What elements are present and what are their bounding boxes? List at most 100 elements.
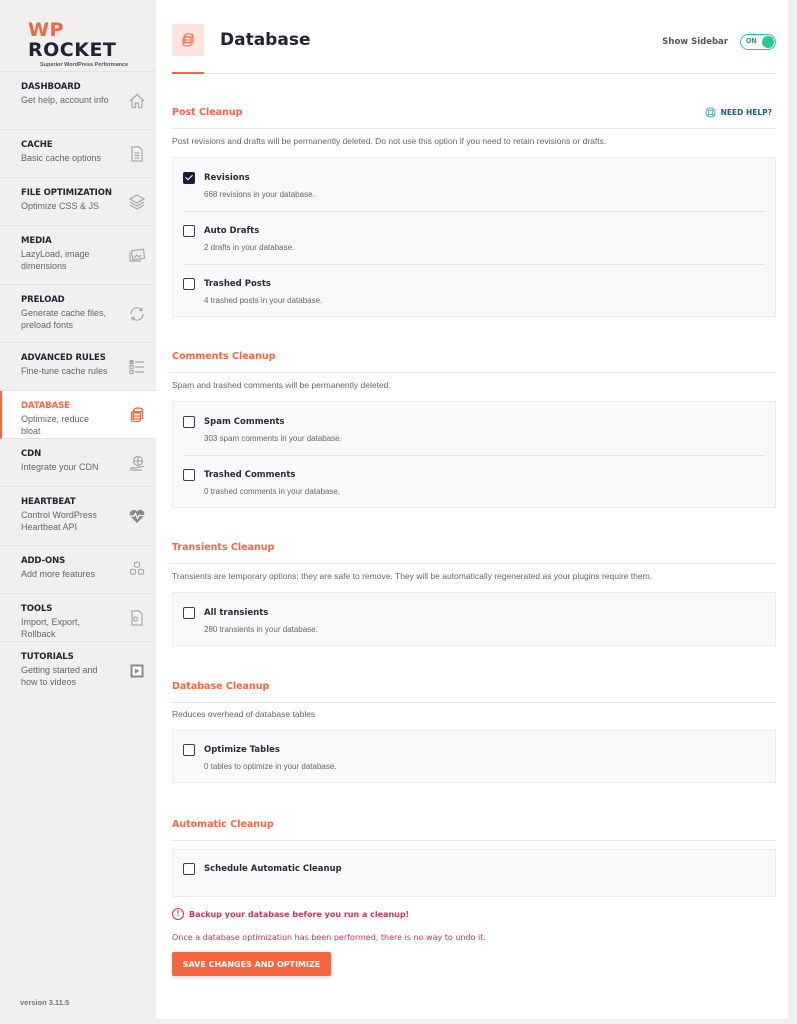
trashed-comments-checkbox[interactable] [183, 469, 195, 481]
divider [183, 264, 765, 265]
play-icon [128, 662, 146, 680]
page-header: Database Show Sidebar ON [172, 24, 776, 74]
section-title: Transients Cleanup [172, 542, 275, 553]
lifebuoy-icon [705, 107, 716, 118]
sidebar-item-desc: Optimize, reduce bloat [21, 414, 90, 436]
option-label: Trashed Posts [204, 279, 271, 289]
section-desc: Spam and trashed comments will be perman… [172, 380, 391, 390]
section-database-cleanup: Database Cleanup [172, 681, 776, 703]
layers-icon [128, 193, 146, 211]
section-desc: Reduces overhead of database tables [172, 709, 316, 719]
sidebar-item-title: MEDIA [21, 236, 52, 246]
transients-cleanup-card: All transients 280 transients in your da… [172, 592, 776, 646]
main-panel: Database Show Sidebar ON Post Cleanup NE… [156, 0, 788, 1019]
show-sidebar-control: Show Sidebar ON [662, 34, 776, 50]
sidebar-item-tools[interactable]: TOOLS Import, Export, Rollback [0, 594, 156, 642]
globe-hand-icon [128, 454, 146, 472]
section-title: Comments Cleanup [172, 351, 276, 362]
option-label: Schedule Automatic Cleanup [204, 864, 342, 874]
sidebar-item-title: HEARTBEAT [21, 497, 76, 507]
logo-rocket: ROCKET [28, 39, 117, 61]
option-label: Auto Drafts [204, 226, 260, 236]
section-title: Database Cleanup [172, 681, 270, 692]
sidebar-item-preload[interactable]: PRELOAD Generate cache files, preload fo… [0, 285, 156, 343]
logo-wp: WP [28, 19, 64, 41]
all-transients-checkbox[interactable] [183, 607, 195, 619]
images-icon [128, 246, 146, 264]
page-title: Database [220, 30, 311, 50]
sidebar-item-dashboard[interactable]: DASHBOARD Get help, account info [0, 72, 156, 130]
toggle-state-label: ON [746, 37, 757, 45]
revisions-checkbox[interactable] [183, 172, 195, 184]
database-cleanup-card: Optimize Tables 0 tables to optimize in … [172, 730, 776, 783]
sidebar-item-cdn[interactable]: CDN Integrate your CDN [0, 439, 156, 487]
version-label: version 3.11.5 [20, 998, 70, 1007]
sidebar-item-cache[interactable]: CACHE Basic cache options [0, 130, 156, 178]
option-label: Optimize Tables [204, 745, 280, 755]
sidebar-item-desc: Add more features [21, 569, 96, 579]
cubes-icon [128, 560, 146, 579]
database-icon [172, 24, 204, 56]
section-desc: Post revisions and drafts will be perman… [172, 136, 607, 146]
alert-circle-icon: ! [172, 908, 184, 920]
option-label: Revisions [204, 173, 250, 183]
option-label: All transients [204, 608, 269, 618]
section-desc: Transients are temporary options; they a… [172, 571, 653, 581]
sidebar-item-desc: Get help, account info [21, 95, 109, 105]
tools-file-icon [128, 609, 146, 627]
heartbeat-icon [128, 507, 146, 525]
sidebar-item-heartbeat[interactable]: HEARTBEAT Control WordPress Heartbeat AP… [0, 487, 156, 546]
need-help-label: NEED HELP? [720, 108, 772, 117]
sidebar-item-add-ons[interactable]: ADD-ONS Add more features [0, 546, 156, 594]
sidebar-item-desc: Import, Export, Rollback [21, 617, 81, 639]
comments-cleanup-card: Spam Comments 303 spam comments in your … [172, 401, 776, 508]
option-desc: 0 tables to optimize in your database. [204, 762, 337, 771]
option-label: Spam Comments [204, 417, 285, 427]
section-transients-cleanup: Transients Cleanup [172, 542, 776, 564]
database-icon [128, 406, 146, 424]
sidebar-item-advanced-rules[interactable]: ADVANCED RULES Fine-tune cache rules [0, 343, 156, 391]
sidebar-item-title: DASHBOARD [21, 82, 81, 92]
sidebar-item-desc: LazyLoad, image dimensions [21, 249, 90, 271]
optimize-tables-checkbox[interactable] [183, 744, 195, 756]
section-title: Automatic Cleanup [172, 819, 274, 830]
option-label: Trashed Comments [204, 470, 296, 480]
section-title: Post Cleanup [172, 107, 243, 118]
warning-text: Backup your database before you run a cl… [189, 909, 410, 919]
list-icon [128, 358, 146, 376]
sidebar-item-desc: Control WordPress Heartbeat API [21, 510, 97, 532]
option-desc: 668 revisions in your database. [204, 190, 315, 199]
sidebar-item-desc: Fine-tune cache rules [21, 366, 108, 376]
spam-comments-checkbox[interactable] [183, 416, 195, 428]
trashed-posts-checkbox[interactable] [183, 278, 195, 290]
sidebar-item-database[interactable]: DATABASE Optimize, reduce bloat [0, 391, 156, 439]
home-icon [128, 92, 146, 110]
file-icon [128, 145, 146, 163]
option-desc: 303 spam comments in your database. [204, 434, 342, 443]
header-underline [172, 72, 204, 74]
show-sidebar-toggle[interactable]: ON [740, 34, 776, 50]
backup-warning: ! Backup your database before you run a … [172, 908, 409, 920]
undo-notice: Once a database optimization has been pe… [172, 933, 486, 942]
divider [183, 211, 765, 212]
sidebar-item-desc: Optimize CSS & JS [21, 201, 100, 211]
sidebar-item-file-optimization[interactable]: FILE OPTIMIZATION Optimize CSS & JS [0, 178, 156, 226]
schedule-cleanup-checkbox[interactable] [183, 863, 195, 875]
save-changes-and-optimize-button[interactable]: SAVE CHANGES AND OPTIMIZE [172, 952, 331, 976]
sidebar-item-title: TUTORIALS [21, 652, 74, 662]
wp-rocket-logo[interactable]: WP ROCKET Superior WordPress Performance [0, 0, 156, 72]
option-desc: 0 trashed comments in your database. [204, 487, 341, 496]
automatic-cleanup-card: Schedule Automatic Cleanup [172, 849, 776, 897]
post-cleanup-card: Revisions 668 revisions in your database… [172, 157, 776, 317]
sidebar-item-tutorials[interactable]: TUTORIALS Getting started and how to vid… [0, 642, 156, 700]
option-desc: 280 transients in your database. [204, 625, 318, 634]
sidebar-item-media[interactable]: MEDIA LazyLoad, image dimensions [0, 226, 156, 285]
toggle-knob [762, 36, 774, 48]
auto-drafts-checkbox[interactable] [183, 225, 195, 237]
sidebar-item-title: PRELOAD [21, 295, 65, 305]
section-post-cleanup: Post Cleanup NEED HELP? [172, 107, 776, 129]
sidebar-item-desc: Integrate your CDN [21, 462, 99, 472]
need-help-link[interactable]: NEED HELP? [705, 107, 772, 118]
divider [183, 455, 765, 456]
sidebar-item-desc: Generate cache files, preload fonts [21, 308, 107, 330]
